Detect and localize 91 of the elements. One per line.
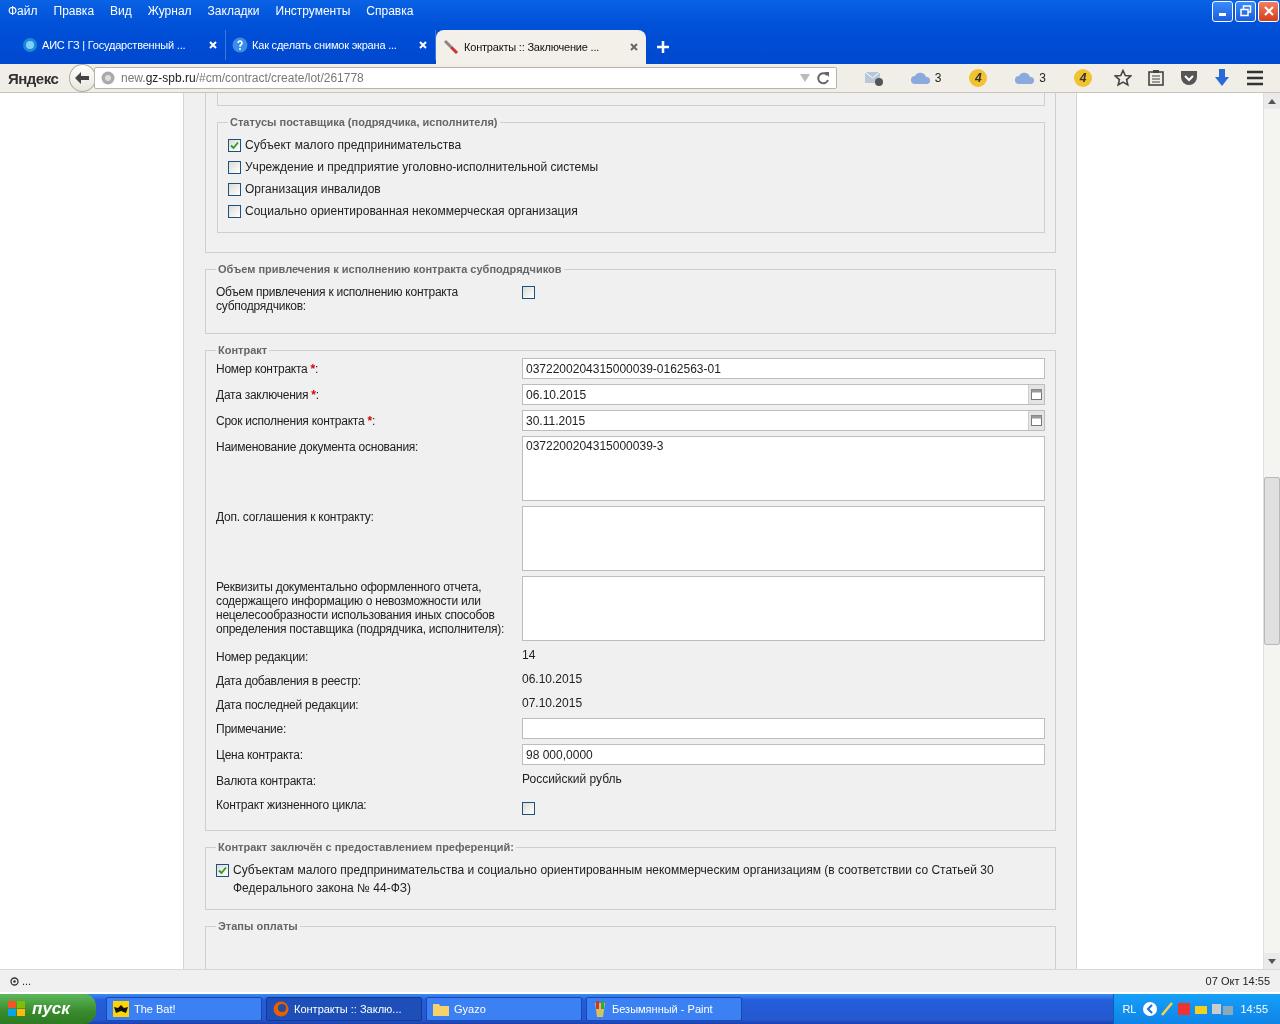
checkbox-label: Учреждение и предприятие уголовно-исполнительной системы [245, 160, 599, 174]
restore-icon[interactable] [1235, 0, 1256, 22]
start-button[interactable]: пуск [0, 994, 96, 1024]
globe-icon [22, 37, 38, 53]
scroll-down-icon[interactable] [1264, 953, 1280, 969]
section-legend: Статусы поставщика (подрядчика, исполнителя) [228, 116, 500, 128]
checkbox-label: Субъект малого предпринимательства [245, 138, 462, 152]
checkbox[interactable] [228, 204, 241, 218]
field-value: 14 [522, 647, 537, 662]
text-area[interactable]: 0372200204315000039-3 [522, 436, 1045, 501]
field-value: 07.10.2015 [522, 695, 584, 710]
taskbar-item[interactable]: Контракты :: Заклю... [266, 997, 422, 1021]
menu-item[interactable]: Справка [364, 4, 422, 18]
field-label: Дата последней редакции: [216, 697, 360, 712]
checkbox-label: Организация инвалидов [245, 182, 381, 196]
traffic-button[interactable]: 4 [1060, 66, 1106, 90]
help-icon [232, 37, 248, 53]
close-icon[interactable] [628, 41, 640, 53]
taskbar-item[interactable]: Безымянный - Paint [586, 997, 742, 1021]
browser-tab[interactable]: Контракты :: Заключение ... [436, 30, 646, 64]
checkbox-label: Субъектам малого предпринимательства и социально ориентированным некоммерческим организациям (в соответствии со Статьей 30 Федерального закона № 44-ФЗ) [233, 862, 995, 897]
browser-tab[interactable]: АИС ГЗ | Государственный ... [16, 30, 226, 60]
menu-item[interactable]: Журнал [145, 4, 200, 18]
checkbox[interactable] [522, 802, 535, 815]
url-text: new.gz-spb.ru/#cm/contract/create/lot/261778 [121, 71, 365, 85]
taskbar-item[interactable]: Gyazo [426, 997, 582, 1021]
checkbox[interactable] [228, 138, 241, 152]
close-icon[interactable] [1258, 0, 1279, 22]
field-value: Российский рубль [522, 771, 623, 786]
field-label: Объем привлечения к исполнению контракта субподрядчиков: [216, 284, 460, 313]
calendar-icon[interactable] [1028, 385, 1044, 404]
cloud-icon [1015, 72, 1036, 84]
menu-item[interactable]: Инструменты [273, 4, 359, 18]
paint-icon [593, 1001, 607, 1017]
status-datetime: 07 Окт 14:55 [1205, 975, 1270, 987]
globe-icon [101, 71, 115, 85]
cloud-icon [910, 72, 931, 84]
input-field[interactable]: 0372200204315000039-0162563-01 [522, 358, 1045, 379]
field-label: Номер редакции: [216, 649, 310, 664]
browser-icon [273, 1001, 289, 1017]
field-label: Контракт жизненного цикла: [216, 797, 368, 812]
folder-icon [433, 1002, 449, 1016]
date-field[interactable]: 30.11.2015 [522, 410, 1045, 431]
weather-button[interactable]: 3 [1001, 66, 1060, 90]
traffic-button[interactable]: 4 [955, 66, 1002, 90]
field-label: Валюта контракта: [216, 773, 317, 788]
back-icon[interactable] [68, 64, 96, 92]
field-label: Дата добавления в реестр: [216, 673, 362, 688]
field-label: Дата заключения *: [216, 387, 320, 402]
minimize-icon[interactable] [1212, 0, 1233, 22]
menu-item[interactable]: Правка [51, 4, 103, 18]
plus-icon[interactable] [656, 40, 670, 54]
menu-item[interactable]: Закладки [205, 4, 268, 18]
menu-item[interactable]: Файл [6, 4, 46, 18]
close-icon[interactable] [207, 39, 219, 51]
browser-tab[interactable]: Как сделать снимок экрана ... [226, 30, 436, 60]
checkbox[interactable] [216, 864, 229, 877]
menu-item[interactable]: Вид [108, 4, 140, 18]
section-legend: Этапы оплаты [216, 920, 300, 932]
section-legend: Контракт [216, 344, 270, 356]
checkbox[interactable] [228, 160, 241, 174]
reload-icon[interactable] [815, 71, 830, 85]
field-value: 06.10.2015 [522, 671, 584, 686]
windows-logo-icon [8, 1001, 26, 1017]
status-text: ... [22, 975, 32, 987]
field-label: Наименование документа основания: [216, 439, 420, 454]
weather-button[interactable]: 3 [896, 66, 956, 90]
date-field[interactable]: 06.10.2015 [522, 384, 1045, 405]
field-label: Доп. соглашения к контракту: [216, 509, 375, 524]
section-legend: Объем привлечения к исполнению контракта субподрядчиков [216, 263, 564, 275]
brand-logo[interactable]: Яндекс [8, 69, 59, 87]
field-label: Реквизиты документально оформленного отчета, содержащего информацию о невозможности или нецелесообразности использования иных способов определения поставщика (подрядчика, исполнителя): [216, 579, 505, 636]
section-legend: Контракт заключён с предоставлением преференций: [216, 841, 516, 853]
input-field[interactable] [522, 718, 1045, 739]
scroll-up-icon[interactable] [1264, 93, 1280, 109]
field-label: Примечание: [216, 721, 288, 736]
connection-icon [10, 976, 19, 986]
checkbox[interactable] [228, 182, 241, 196]
close-icon[interactable] [417, 39, 429, 51]
calendar-icon[interactable] [1028, 411, 1044, 430]
field-label: Срок исполнения контракта *: [216, 413, 376, 428]
field-label: Цена контракта: [216, 747, 304, 762]
taskbar-item[interactable]: The Bat! [106, 997, 262, 1021]
input-field[interactable]: 98 000,0000 [522, 744, 1045, 765]
field-label: Номер контракта *: [216, 361, 320, 376]
checkbox[interactable] [522, 286, 535, 299]
address-bar[interactable]: new.gz-spb.ru/#cm/contract/create/lot/261778 [94, 67, 837, 89]
clock: 14:55 [1240, 1003, 1268, 1015]
tray-icons-drawing[interactable] [1142, 1001, 1235, 1017]
checkbox-label: Социально ориентированная некоммерческая организация [245, 204, 578, 218]
scrollbar-thumb[interactable] [1264, 477, 1280, 645]
